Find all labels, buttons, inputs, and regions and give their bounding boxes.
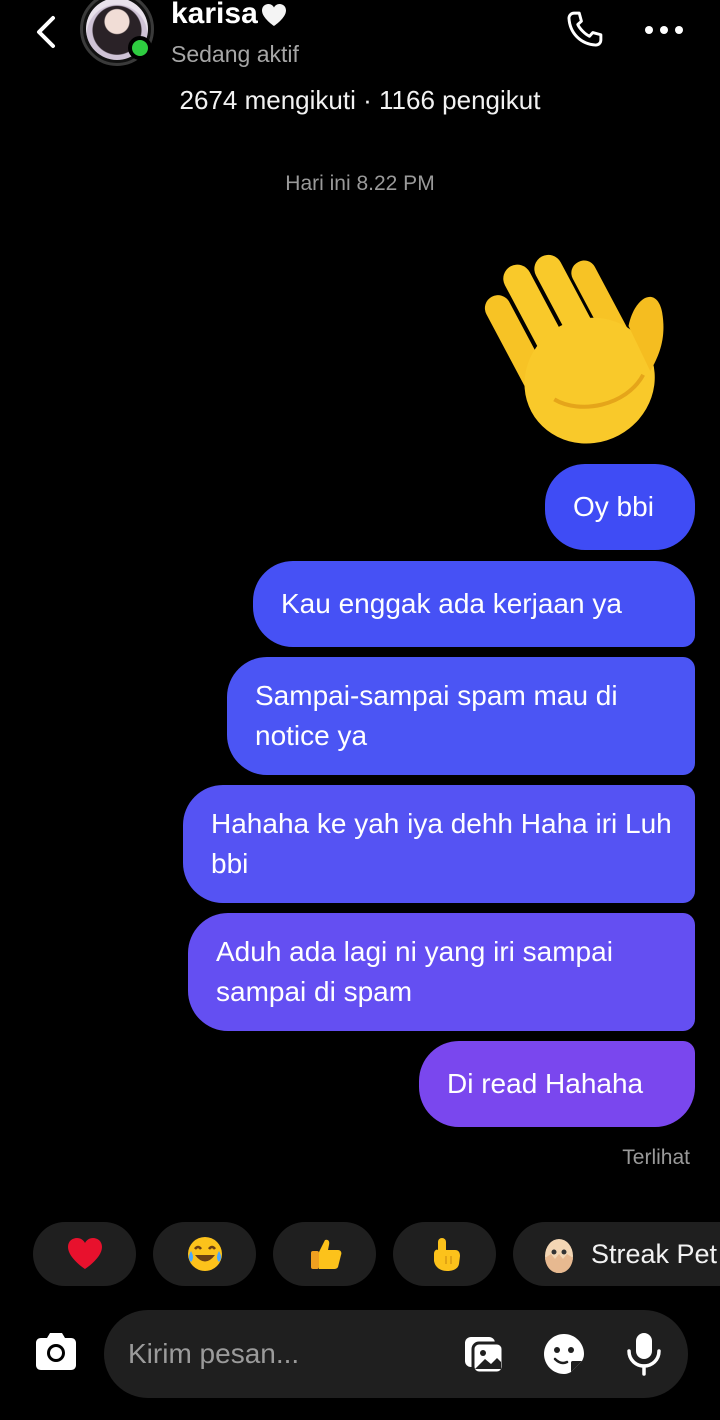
message-input[interactable] <box>128 1332 448 1376</box>
white-heart-icon <box>261 4 286 27</box>
streak-pet-button[interactable]: Streak Pet <box>513 1222 720 1286</box>
follow-stats: 2674 mengikuti · 1166 pengikut <box>179 85 541 115</box>
microphone-button[interactable] <box>620 1330 668 1378</box>
quick-reaction-thumbs-up[interactable] <box>273 1222 376 1286</box>
more-options-button[interactable] <box>642 14 686 46</box>
call-button[interactable] <box>560 8 608 52</box>
phone-icon <box>567 11 603 47</box>
contact-name[interactable]: karisa <box>171 0 288 32</box>
message-bubble[interactable]: Hahaha ke yah iya dehh Haha iri Luh bbi <box>183 785 695 903</box>
gallery-icon <box>465 1337 505 1375</box>
waving-hand-emoji[interactable] <box>470 232 694 456</box>
sticker-button[interactable] <box>540 1330 588 1378</box>
message-bubble[interactable]: Oy bbi <box>545 464 695 550</box>
microphone-icon <box>627 1333 661 1376</box>
quick-reaction-heart[interactable] <box>33 1222 136 1286</box>
back-button[interactable] <box>26 12 66 52</box>
sticker-icon <box>544 1334 584 1374</box>
online-status-dot <box>128 36 152 60</box>
avatar[interactable] <box>80 0 160 72</box>
message-bubble[interactable]: Di read Hahaha <box>419 1041 695 1127</box>
more-horizontal-icon <box>645 26 683 34</box>
gallery-button[interactable] <box>460 1330 508 1378</box>
heart-icon <box>67 1238 102 1269</box>
message-bubble[interactable]: Aduh ada lagi ni yang iri sampai sampai … <box>188 913 695 1031</box>
message-bubble[interactable]: Sampai-sampai spam mau di notice ya <box>227 657 695 775</box>
pointing-hand-icon <box>433 1238 460 1271</box>
egg-pet-icon <box>545 1239 573 1273</box>
quick-reaction-point[interactable] <box>393 1222 496 1286</box>
message-bubble[interactable]: Kau enggak ada kerjaan ya <box>253 561 695 647</box>
chat-timestamp: Hari ini 8.22 PM <box>285 172 435 195</box>
tears-of-joy-icon <box>187 1237 222 1271</box>
active-status: Sedang aktif <box>171 41 299 67</box>
chevron-left-icon <box>37 16 55 48</box>
thumbs-up-icon <box>310 1239 341 1269</box>
camera-icon[interactable] <box>30 1327 82 1379</box>
quick-reaction-laugh[interactable] <box>153 1222 256 1286</box>
seen-indicator: Terlihat <box>622 1146 690 1169</box>
